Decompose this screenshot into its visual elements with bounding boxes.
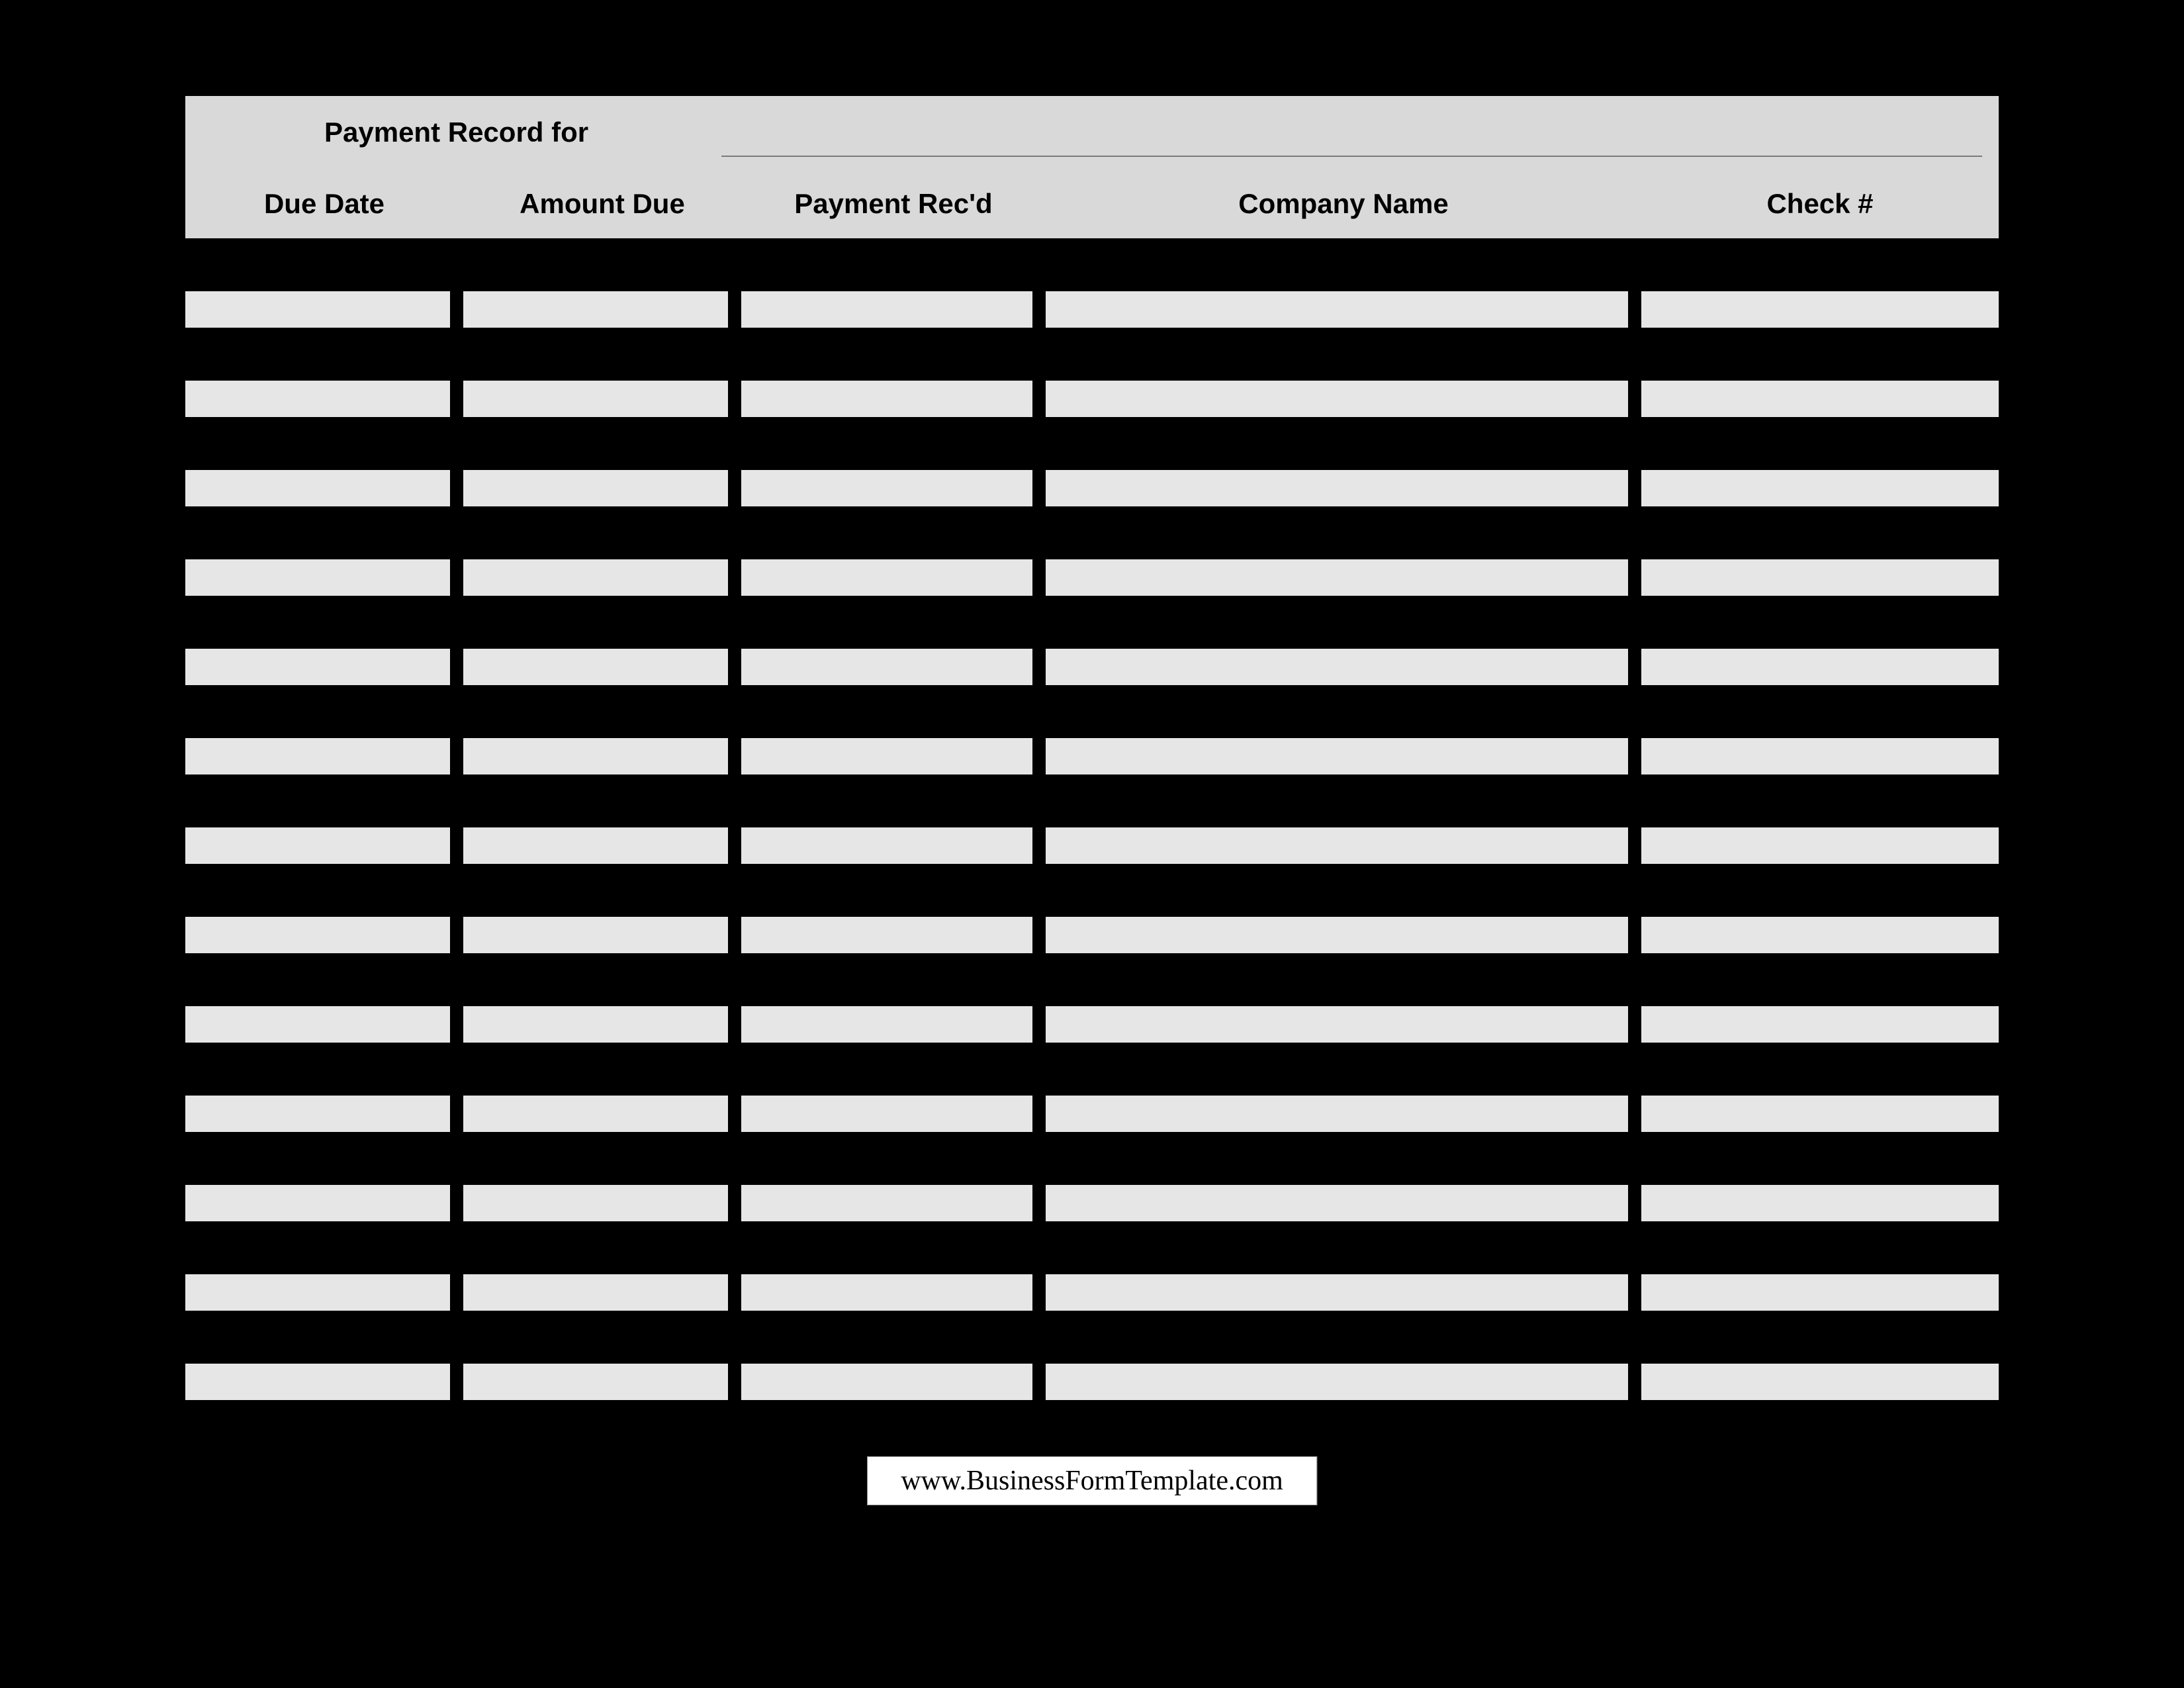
header-company-name: Company Name bbox=[1046, 188, 1641, 220]
cell-amount-due[interactable] bbox=[463, 738, 728, 774]
table-row bbox=[185, 1096, 1999, 1132]
cell-company-name[interactable] bbox=[1046, 1185, 1628, 1221]
cell-due-date[interactable] bbox=[185, 917, 450, 953]
cell-amount-due[interactable] bbox=[463, 381, 728, 417]
cell-company-name[interactable] bbox=[1046, 291, 1628, 328]
cell-payment-recd[interactable] bbox=[741, 470, 1032, 506]
cell-company-name[interactable] bbox=[1046, 381, 1628, 417]
cell-payment-recd[interactable] bbox=[741, 738, 1032, 774]
cell-check-no[interactable] bbox=[1641, 470, 1999, 506]
recipient-input-line[interactable] bbox=[721, 156, 1982, 157]
cell-payment-recd[interactable] bbox=[741, 1096, 1032, 1132]
cell-payment-recd[interactable] bbox=[741, 291, 1032, 328]
cell-due-date[interactable] bbox=[185, 470, 450, 506]
column-headers: Due Date Amount Due Payment Rec'd Compan… bbox=[185, 169, 1999, 238]
table-row bbox=[185, 1185, 1999, 1221]
cell-due-date[interactable] bbox=[185, 1274, 450, 1311]
table-row bbox=[185, 381, 1999, 417]
cell-company-name[interactable] bbox=[1046, 470, 1628, 506]
cell-payment-recd[interactable] bbox=[741, 559, 1032, 596]
payment-record-form: Payment Record for Due Date Amount Due P… bbox=[185, 96, 1999, 1453]
cell-company-name[interactable] bbox=[1046, 559, 1628, 596]
header-due-date: Due Date bbox=[185, 188, 463, 220]
cell-due-date[interactable] bbox=[185, 559, 450, 596]
cell-payment-recd[interactable] bbox=[741, 1274, 1032, 1311]
cell-due-date[interactable] bbox=[185, 1096, 450, 1132]
cell-company-name[interactable] bbox=[1046, 1274, 1628, 1311]
cell-check-no[interactable] bbox=[1641, 1185, 1999, 1221]
cell-payment-recd[interactable] bbox=[741, 1006, 1032, 1043]
cell-company-name[interactable] bbox=[1046, 649, 1628, 685]
cell-due-date[interactable] bbox=[185, 1364, 450, 1400]
table-row bbox=[185, 1006, 1999, 1043]
cell-check-no[interactable] bbox=[1641, 381, 1999, 417]
header-check-no: Check # bbox=[1641, 188, 1999, 220]
cell-amount-due[interactable] bbox=[463, 470, 728, 506]
cell-check-no[interactable] bbox=[1641, 559, 1999, 596]
cell-payment-recd[interactable] bbox=[741, 1185, 1032, 1221]
form-title: Payment Record for bbox=[185, 117, 588, 148]
cell-amount-due[interactable] bbox=[463, 649, 728, 685]
table-row bbox=[185, 649, 1999, 685]
cell-due-date[interactable] bbox=[185, 738, 450, 774]
cell-company-name[interactable] bbox=[1046, 827, 1628, 864]
cell-check-no[interactable] bbox=[1641, 738, 1999, 774]
footer-url: www.BusinessFormTemplate.com bbox=[867, 1456, 1317, 1505]
cell-check-no[interactable] bbox=[1641, 917, 1999, 953]
cell-company-name[interactable] bbox=[1046, 917, 1628, 953]
table-row bbox=[185, 291, 1999, 328]
table-row bbox=[185, 559, 1999, 596]
cell-due-date[interactable] bbox=[185, 291, 450, 328]
cell-amount-due[interactable] bbox=[463, 291, 728, 328]
title-row: Payment Record for bbox=[185, 96, 1999, 169]
cell-amount-due[interactable] bbox=[463, 1096, 728, 1132]
cell-payment-recd[interactable] bbox=[741, 649, 1032, 685]
cell-amount-due[interactable] bbox=[463, 559, 728, 596]
form-header: Payment Record for Due Date Amount Due P… bbox=[185, 96, 1999, 238]
cell-check-no[interactable] bbox=[1641, 1274, 1999, 1311]
cell-amount-due[interactable] bbox=[463, 1274, 728, 1311]
cell-company-name[interactable] bbox=[1046, 738, 1628, 774]
cell-check-no[interactable] bbox=[1641, 1006, 1999, 1043]
cell-amount-due[interactable] bbox=[463, 1006, 728, 1043]
table-row bbox=[185, 917, 1999, 953]
cell-due-date[interactable] bbox=[185, 1185, 450, 1221]
table-row bbox=[185, 1274, 1999, 1311]
cell-due-date[interactable] bbox=[185, 381, 450, 417]
cell-check-no[interactable] bbox=[1641, 827, 1999, 864]
cell-due-date[interactable] bbox=[185, 649, 450, 685]
cell-payment-recd[interactable] bbox=[741, 827, 1032, 864]
cell-amount-due[interactable] bbox=[463, 1185, 728, 1221]
cell-company-name[interactable] bbox=[1046, 1096, 1628, 1132]
cell-amount-due[interactable] bbox=[463, 1364, 728, 1400]
cell-company-name[interactable] bbox=[1046, 1364, 1628, 1400]
cell-payment-recd[interactable] bbox=[741, 381, 1032, 417]
cell-check-no[interactable] bbox=[1641, 649, 1999, 685]
cell-payment-recd[interactable] bbox=[741, 1364, 1032, 1400]
header-amount-due: Amount Due bbox=[463, 188, 741, 220]
cell-company-name[interactable] bbox=[1046, 1006, 1628, 1043]
cell-amount-due[interactable] bbox=[463, 917, 728, 953]
cell-check-no[interactable] bbox=[1641, 1096, 1999, 1132]
cell-due-date[interactable] bbox=[185, 827, 450, 864]
cell-payment-recd[interactable] bbox=[741, 917, 1032, 953]
cell-amount-due[interactable] bbox=[463, 827, 728, 864]
table-row bbox=[185, 470, 1999, 506]
table-row bbox=[185, 827, 1999, 864]
header-payment-recd: Payment Rec'd bbox=[741, 188, 1046, 220]
table-row bbox=[185, 738, 1999, 774]
data-rows bbox=[185, 291, 1999, 1400]
cell-check-no[interactable] bbox=[1641, 1364, 1999, 1400]
cell-check-no[interactable] bbox=[1641, 291, 1999, 328]
table-row bbox=[185, 1364, 1999, 1400]
cell-due-date[interactable] bbox=[185, 1006, 450, 1043]
